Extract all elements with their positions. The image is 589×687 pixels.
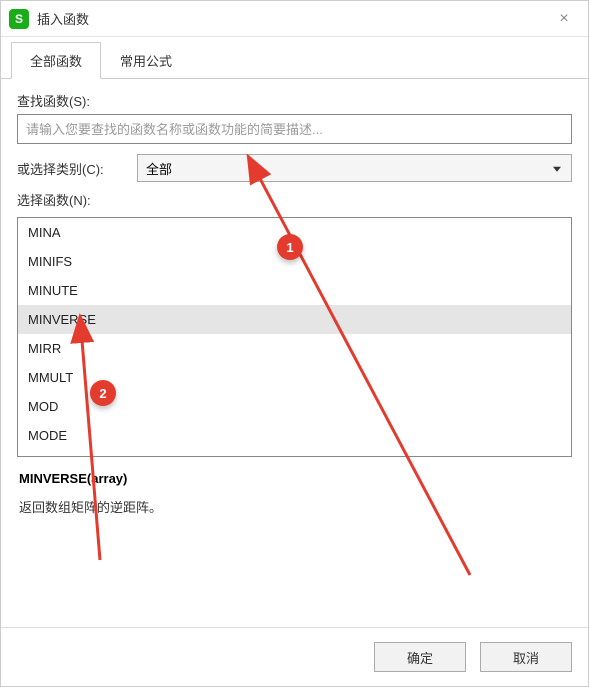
titlebar: S 插入函数 ×: [1, 1, 588, 37]
content-area: 查找函数(S): 或选择类别(C): 全部 选择函数(N): MINAMINIF…: [1, 79, 588, 627]
ok-button[interactable]: 确定: [374, 642, 466, 672]
description-area: MINVERSE(array) 返回数组矩阵的逆距阵。: [17, 467, 572, 619]
category-label: 或选择类别(C):: [17, 159, 127, 178]
functions-label: 选择函数(N):: [17, 190, 572, 209]
tabs: 全部函数 常用公式: [1, 41, 588, 79]
category-select[interactable]: 全部: [137, 154, 572, 182]
tab-common-formulas[interactable]: 常用公式: [101, 42, 191, 79]
tab-all-functions[interactable]: 全部函数: [11, 42, 101, 79]
app-icon: S: [9, 9, 29, 29]
cancel-button[interactable]: 取消: [480, 642, 572, 672]
list-item[interactable]: MINVERSE: [18, 305, 571, 334]
annotation-badge-2: 2: [90, 380, 116, 406]
list-item[interactable]: MIRR: [18, 334, 571, 363]
close-icon[interactable]: ×: [548, 5, 580, 33]
search-input[interactable]: [17, 114, 572, 144]
dialog-title: 插入函数: [37, 9, 548, 28]
function-description: 返回数组矩阵的逆距阵。: [19, 498, 570, 519]
insert-function-dialog: S 插入函数 × 全部函数 常用公式 查找函数(S): 或选择类别(C): 全部…: [0, 0, 589, 687]
list-item[interactable]: MODE: [18, 421, 571, 450]
function-syntax: MINVERSE(array): [19, 471, 570, 486]
list-item[interactable]: MINUTE: [18, 276, 571, 305]
category-selected-value: 全部: [146, 159, 172, 178]
search-label: 查找函数(S):: [17, 91, 572, 110]
dialog-footer: 确定 取消: [1, 627, 588, 686]
annotation-badge-1: 1: [277, 234, 303, 260]
category-row: 或选择类别(C): 全部: [17, 154, 572, 182]
